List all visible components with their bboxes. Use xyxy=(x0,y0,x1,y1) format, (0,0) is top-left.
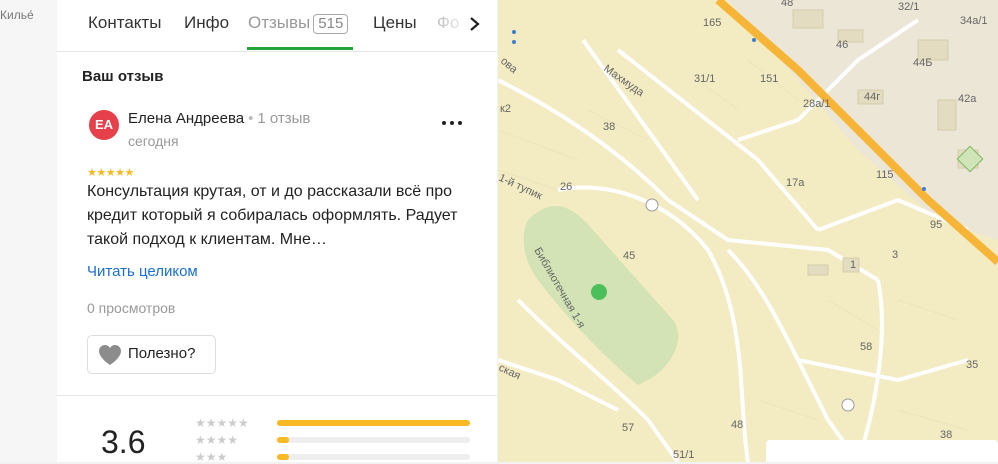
transit-stop-icon[interactable] xyxy=(752,38,756,42)
house-number: 31/1 xyxy=(694,73,715,85)
house-number: 48 xyxy=(781,0,793,9)
house-number: 38 xyxy=(603,121,615,133)
tab-info[interactable]: Инфо xyxy=(184,13,229,33)
reviews-panel: Контакты Инфо Отзывы515 Цены Фо Ваш отзы… xyxy=(57,0,497,464)
house-number: 34а/1 xyxy=(960,15,988,27)
author-review-count: 1 отзыв xyxy=(257,110,311,127)
house-number: 48 xyxy=(731,419,743,431)
transit-stop-icon[interactable] xyxy=(922,187,926,191)
reviews-count-badge: 515 xyxy=(313,14,349,34)
overall-rating: 3.6 xyxy=(101,424,146,460)
useful-button[interactable]: Полезно? xyxy=(87,335,216,374)
tab-contacts[interactable]: Контакты xyxy=(88,13,161,33)
review-date: сегодня xyxy=(128,133,179,149)
house-number: 57 xyxy=(622,422,634,434)
separator-dot: • xyxy=(248,110,254,127)
transit-stop-icon[interactable] xyxy=(512,40,516,44)
author-name[interactable]: Елена Андреева xyxy=(128,110,244,127)
house-number: 115 xyxy=(876,169,894,181)
left-strip-text: Килье́ xyxy=(0,8,34,22)
more-options-icon[interactable] xyxy=(437,112,467,132)
tab-reviews-label: Отзывы xyxy=(248,13,311,32)
house-number: 165 xyxy=(703,17,721,29)
tab-reviews[interactable]: Отзывы 515 xyxy=(248,13,349,34)
histogram-stars: ★★★★ xyxy=(195,433,239,447)
house-number: 42а xyxy=(958,93,977,105)
tab-prices[interactable]: Цены xyxy=(373,13,417,33)
house-number: к2 xyxy=(500,103,511,115)
section-title: Ваш отзыв xyxy=(82,68,164,85)
heart-icon xyxy=(99,345,121,365)
house-number: 44г xyxy=(864,91,880,103)
histogram-row-5: ★★★★★ xyxy=(195,416,495,430)
useful-label: Полезно? xyxy=(128,345,196,362)
house-number: 58 xyxy=(860,341,872,353)
mosque-icon[interactable] xyxy=(645,198,659,212)
house-number: 17а xyxy=(786,177,805,189)
house-number: 95 xyxy=(930,219,942,231)
map-popup-card[interactable] xyxy=(766,440,998,462)
mosque-icon[interactable] xyxy=(841,398,855,412)
house-number: 38 xyxy=(940,429,952,441)
house-number: 45 xyxy=(623,250,635,262)
map-canvas[interactable]: Махмуда 1-й тупик Библиотечная 1-я ова с… xyxy=(498,0,998,462)
divider xyxy=(57,395,497,396)
house-number: 46 xyxy=(836,39,848,51)
house-number: 1 xyxy=(850,259,856,271)
histogram-bar xyxy=(277,437,470,443)
house-number: 51/1 xyxy=(673,449,694,461)
review-text: Консультация крутая, от и до рассказали … xyxy=(87,183,458,248)
review-stars: ★★★★★ xyxy=(87,167,134,179)
map-view[interactable]: Махмуда 1-й тупик Библиотечная 1-я ова с… xyxy=(498,0,998,462)
histogram-bar xyxy=(277,420,470,426)
histogram-fill xyxy=(277,454,289,460)
transit-stop-icon[interactable] xyxy=(512,30,516,34)
read-more-link[interactable]: Читать целиком xyxy=(87,263,198,280)
house-number: 3 xyxy=(892,249,898,261)
house-number: 35 xyxy=(966,359,978,371)
views-count: 0 просмотров xyxy=(87,300,176,316)
tab-bar: Контакты Инфо Отзывы515 Цены Фо xyxy=(57,0,497,52)
histogram-row-4: ★★★★ xyxy=(195,433,495,447)
house-number: 26 xyxy=(560,181,572,193)
house-number: 151 xyxy=(760,73,778,85)
house-number: 44Б xyxy=(913,57,932,69)
review-author-line: Елена Андреева • 1 отзыв xyxy=(128,110,310,127)
histogram-bar xyxy=(277,454,470,460)
histogram-fill xyxy=(277,437,289,443)
active-tab-underline xyxy=(247,47,353,50)
histogram-stars: ★★★★★ xyxy=(195,416,249,430)
chevron-right-icon[interactable] xyxy=(465,12,485,36)
histogram-fill xyxy=(277,420,470,426)
avatar[interactable]: ЕА xyxy=(89,110,119,140)
left-side-strip: Килье́ xyxy=(0,0,58,462)
house-number: 28а/1 xyxy=(803,98,831,110)
park-marker-icon[interactable] xyxy=(591,284,607,300)
house-number: 32/1 xyxy=(898,1,919,13)
